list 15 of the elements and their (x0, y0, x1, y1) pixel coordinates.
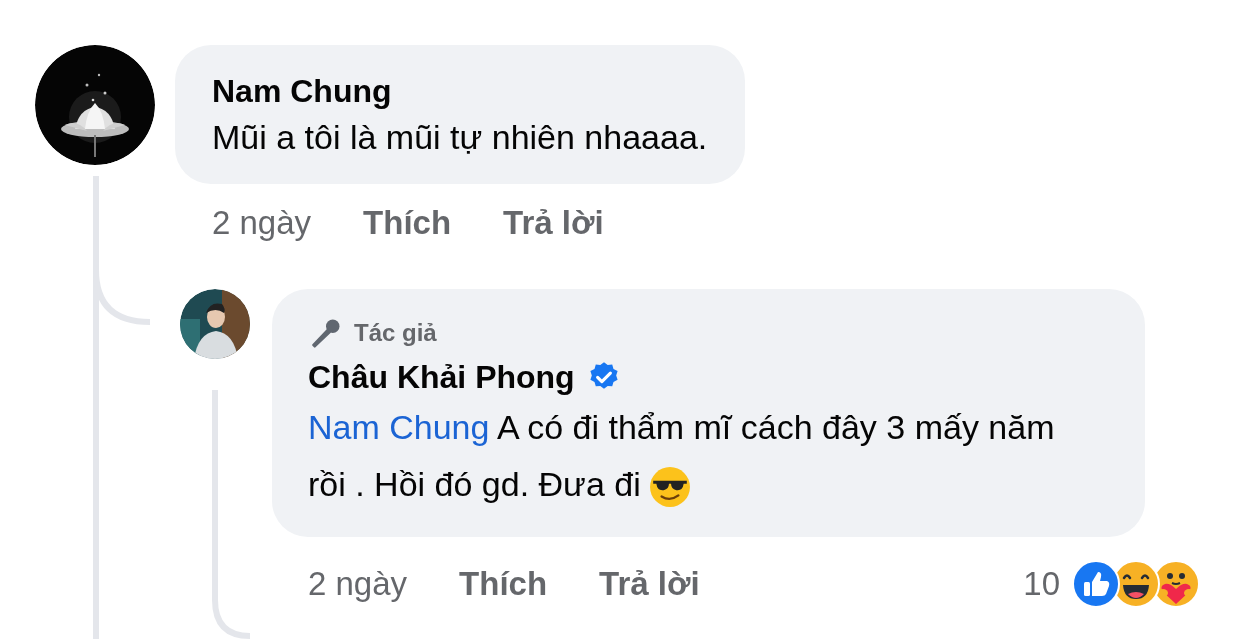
comment-time: 2 ngày (212, 206, 312, 239)
comment-action-link[interactable]: Thích (459, 567, 548, 601)
comment-text: Mũi a tôi là mũi tự nhiên nhaaaa. (212, 117, 708, 158)
author-label: Tác giả (354, 318, 437, 348)
comment-time: 2 ngày (308, 567, 408, 601)
comment-action-link[interactable]: Trả lời (503, 206, 604, 239)
like-icon (1072, 559, 1120, 608)
reaction-count: 10 (1023, 564, 1060, 604)
commenter-name: Nam Chung (212, 72, 393, 110)
comment-action-link[interactable]: Trả lời (599, 567, 700, 601)
sunglasses-face-icon (648, 466, 691, 508)
commenter-name: Châu Khải Phong (308, 358, 575, 397)
mention-link[interactable]: Nam Chung (308, 408, 490, 446)
comment-action-link[interactable]: Thích (363, 206, 452, 239)
reply-text: Nam Chung A có đi thẩm mĩ cách đây 3 mấy năm rồi . Hồi đó gd. Đưa đi (308, 399, 1075, 513)
